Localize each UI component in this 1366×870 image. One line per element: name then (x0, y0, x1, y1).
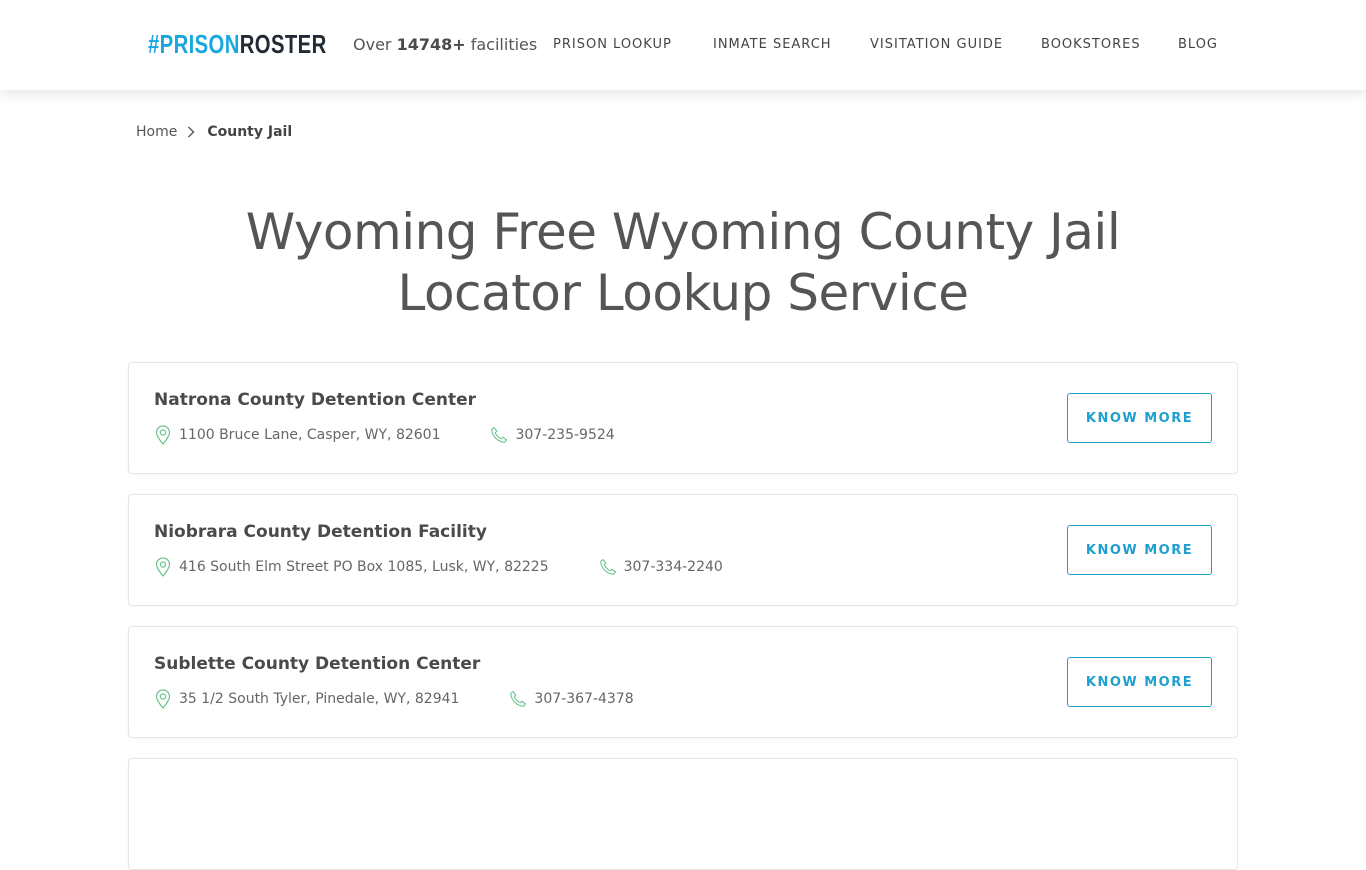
facility-phone[interactable]: 307-334-2240 (624, 559, 723, 575)
facility-address: 35 1/2 South Tyler, Pinedale, WY, 82941 (179, 691, 460, 707)
facility-address: 416 South Elm Street PO Box 1085, Lusk, … (179, 559, 549, 575)
facility-name[interactable]: Sublette County Detention Center (154, 653, 480, 675)
know-more-button[interactable]: KNOW MORE (1067, 393, 1212, 443)
breadcrumb-current: County Jail (207, 124, 293, 140)
map-pin-icon (154, 689, 172, 709)
page-title-line2: Locator Lookup Service (397, 264, 969, 322)
nav-blog[interactable]: BLOG (1178, 37, 1218, 53)
facility-name[interactable]: Niobrara County Detention Facility (154, 521, 487, 543)
phone-icon (509, 689, 527, 709)
tagline-prefix: Over (353, 35, 397, 54)
tagline-suffix: facilities (465, 35, 538, 54)
facility-phone-group: 307-334-2240 (599, 557, 723, 577)
facility-card: Sublette County Detention Center 35 1/2 … (128, 626, 1238, 738)
page-title: Wyoming Free Wyoming County Jail Locator… (183, 202, 1183, 324)
nav-inmate-search[interactable]: INMATE SEARCH (713, 37, 832, 53)
facility-meta: 416 South Elm Street PO Box 1085, Lusk, … (154, 556, 723, 578)
nav-bookstores[interactable]: BOOKSTORES (1041, 37, 1141, 53)
map-pin-icon (154, 557, 172, 577)
facility-card: Niobrara County Detention Facility 416 S… (128, 494, 1238, 606)
facility-card: Natrona County Detention Center 1100 Bru… (128, 362, 1238, 474)
page-title-line1: Wyoming Free Wyoming County Jail (245, 203, 1121, 261)
site-header: #PRISONROSTER Over 14748+ facilities PRI… (0, 0, 1366, 90)
facility-phone[interactable]: 307-235-9524 (515, 427, 614, 443)
phone-icon (599, 557, 617, 577)
map-pin-icon (154, 425, 172, 445)
know-more-button[interactable]: KNOW MORE (1067, 525, 1212, 575)
facility-phone[interactable]: 307-367-4378 (534, 691, 633, 707)
facility-address: 1100 Bruce Lane, Casper, WY, 82601 (179, 427, 441, 443)
breadcrumb-home[interactable]: Home (136, 122, 177, 142)
facility-meta: 35 1/2 South Tyler, Pinedale, WY, 82941 … (154, 688, 634, 710)
breadcrumb: Home County Jail (136, 122, 292, 142)
facility-count-tagline: Over 14748+ facilities (353, 35, 537, 55)
nav-prison-lookup[interactable]: PRISON LOOKUP (553, 37, 672, 53)
logo-part-roster: ROSTER (239, 29, 327, 59)
nav-visitation-guide[interactable]: VISITATION GUIDE (870, 37, 1003, 53)
facility-count: 14748+ (396, 35, 466, 54)
know-more-button[interactable]: KNOW MORE (1067, 657, 1212, 707)
facility-card-partial (128, 758, 1238, 870)
facility-meta: 1100 Bruce Lane, Casper, WY, 82601 307-2… (154, 424, 615, 446)
facility-phone-group: 307-235-9524 (490, 425, 615, 445)
phone-icon (490, 425, 508, 445)
site-logo[interactable]: #PRISONROSTER (148, 27, 327, 61)
facility-name[interactable]: Natrona County Detention Center (154, 389, 476, 411)
chevron-right-icon (187, 126, 195, 138)
facility-phone-group: 307-367-4378 (509, 689, 634, 709)
logo-part-prison: #PRISON (148, 29, 240, 59)
